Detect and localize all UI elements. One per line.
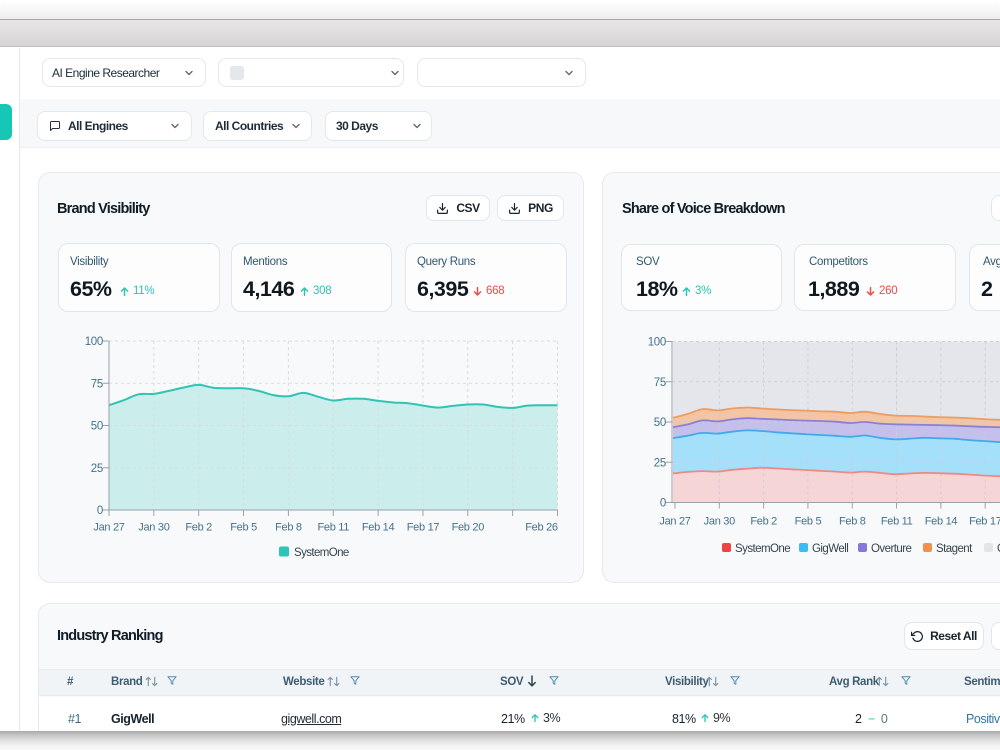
- svg-text:Jan 27: Jan 27: [93, 522, 124, 534]
- svg-text:Feb 11: Feb 11: [317, 522, 349, 534]
- svg-text:SystemOne: SystemOne: [735, 543, 790, 555]
- svg-text:Feb 26: Feb 26: [525, 522, 558, 534]
- svg-text:Feb 5: Feb 5: [230, 522, 257, 534]
- svg-text:Feb 17: Feb 17: [407, 522, 440, 534]
- svg-text:0: 0: [97, 505, 103, 517]
- svg-text:Feb 8: Feb 8: [839, 516, 866, 528]
- svg-text:SystemOne: SystemOne: [294, 547, 349, 559]
- svg-text:Overture: Overture: [871, 543, 911, 555]
- svg-text:50: 50: [91, 421, 103, 433]
- svg-text:GigWell: GigWell: [812, 543, 848, 555]
- svg-text:100: 100: [648, 337, 666, 349]
- svg-text:25: 25: [91, 463, 103, 475]
- svg-text:Feb 5: Feb 5: [795, 516, 822, 528]
- svg-text:Feb 2: Feb 2: [185, 522, 212, 534]
- svg-text:Feb 2: Feb 2: [750, 516, 777, 528]
- svg-text:Jan 30: Jan 30: [138, 522, 169, 534]
- svg-text:Feb 17: Feb 17: [969, 516, 1000, 528]
- svg-text:Feb 11: Feb 11: [881, 516, 913, 528]
- svg-text:Stagent: Stagent: [936, 543, 973, 555]
- svg-text:75: 75: [91, 378, 103, 390]
- svg-text:100: 100: [85, 336, 103, 348]
- svg-text:25: 25: [654, 457, 666, 469]
- svg-text:75: 75: [654, 377, 666, 389]
- svg-text:50: 50: [654, 417, 666, 429]
- svg-text:Feb 20: Feb 20: [452, 522, 485, 534]
- svg-text:Feb 14: Feb 14: [925, 516, 958, 528]
- svg-text:Jan 30: Jan 30: [704, 516, 735, 528]
- svg-text:Jan 27: Jan 27: [659, 516, 690, 528]
- svg-text:Feb 14: Feb 14: [362, 522, 395, 534]
- svg-text:0: 0: [660, 498, 666, 510]
- svg-text:Feb 8: Feb 8: [275, 522, 302, 534]
